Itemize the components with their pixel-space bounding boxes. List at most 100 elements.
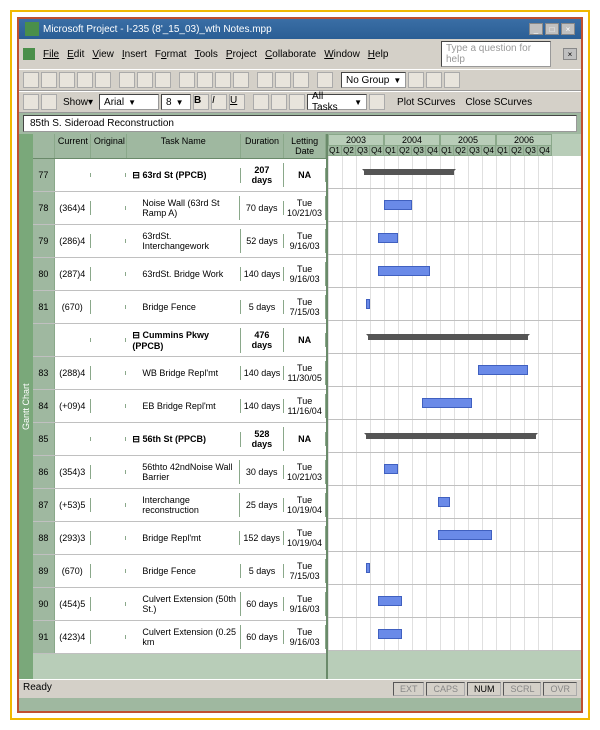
- menu-collaborate[interactable]: Collaborate: [265, 49, 316, 60]
- table-row[interactable]: 77⊟ 63rd St (PPCB)207 daysNA: [33, 159, 326, 192]
- preview-icon[interactable]: [95, 72, 111, 88]
- summary-bar[interactable]: [368, 334, 528, 340]
- cell-current[interactable]: [55, 338, 91, 342]
- gantt-row[interactable]: [328, 585, 581, 618]
- entry-bar[interactable]: 85th S. Sideroad Reconstruction: [23, 115, 577, 132]
- menu-window[interactable]: Window: [324, 49, 360, 60]
- align-left-icon[interactable]: [253, 94, 269, 110]
- cut-icon[interactable]: [119, 72, 135, 88]
- table-row[interactable]: 90(454)5Culvert Extension (50th St.)60 d…: [33, 588, 326, 621]
- cell-date[interactable]: Tue 9/16/03: [284, 592, 326, 616]
- group-combo[interactable]: No Group▼: [341, 72, 406, 88]
- open-icon[interactable]: [41, 72, 57, 88]
- cell-duration[interactable]: 152 days: [240, 531, 284, 545]
- cell-name[interactable]: ⊟ 56th St (PPCB): [126, 432, 240, 447]
- cell-current[interactable]: (+53)5: [55, 498, 91, 512]
- zoom-in-icon[interactable]: [408, 72, 424, 88]
- table-row[interactable]: 86(354)356thto 42ndNoise Wall Barrier30 …: [33, 456, 326, 489]
- cell-date[interactable]: Tue 9/16/03: [284, 625, 326, 649]
- split-icon[interactable]: [233, 72, 249, 88]
- col-letting[interactable]: Letting Date: [284, 134, 326, 158]
- align-center-icon[interactable]: [271, 94, 287, 110]
- gantt-row[interactable]: [328, 486, 581, 519]
- gantt-row[interactable]: [328, 618, 581, 651]
- menu-file[interactable]: File: [43, 49, 59, 60]
- cell-current[interactable]: (454)5: [55, 597, 91, 611]
- gantt-row[interactable]: [328, 321, 581, 354]
- table-row[interactable]: 81(670)Bridge Fence5 daysTue 7/15/03: [33, 291, 326, 324]
- cell-name[interactable]: Culvert Extension (0.25 km: [126, 625, 240, 649]
- cell-date[interactable]: Tue 10/21/03: [284, 460, 326, 484]
- indent-icon[interactable]: [41, 94, 57, 110]
- cell-name[interactable]: WB Bridge Repl'mt: [126, 366, 240, 380]
- cell-name[interactable]: Culvert Extension (50th St.): [126, 592, 240, 616]
- cell-date[interactable]: Tue 10/19/04: [284, 493, 326, 517]
- cell-duration[interactable]: 25 days: [240, 498, 284, 512]
- cell-duration[interactable]: 5 days: [241, 564, 285, 578]
- size-combo[interactable]: 8▼: [161, 94, 191, 110]
- cell-current[interactable]: (364)4: [55, 201, 91, 215]
- menu-insert[interactable]: Insert: [122, 49, 147, 60]
- menu-format[interactable]: Format: [155, 49, 187, 60]
- cell-name[interactable]: EB Bridge Repl'mt: [126, 399, 240, 413]
- underline-icon[interactable]: U: [229, 94, 245, 110]
- table-row[interactable]: 88(293)3Bridge Repl'mt152 daysTue 10/19/…: [33, 522, 326, 555]
- cell-current[interactable]: (354)3: [55, 465, 91, 479]
- cell-name[interactable]: 63rdSt. Bridge Work: [126, 267, 240, 281]
- cell-name[interactable]: Bridge Fence: [126, 564, 240, 578]
- task-bar[interactable]: [378, 596, 402, 606]
- zoom-out-icon[interactable]: [426, 72, 442, 88]
- cell-name[interactable]: 56thto 42ndNoise Wall Barrier: [126, 460, 240, 484]
- cell-duration[interactable]: 30 days: [240, 465, 284, 479]
- cell-duration[interactable]: 207 days: [241, 163, 285, 187]
- copy-icon[interactable]: [137, 72, 153, 88]
- info-icon[interactable]: [257, 72, 273, 88]
- publish-icon[interactable]: [317, 72, 333, 88]
- summary-bar[interactable]: [366, 433, 536, 439]
- cell-date[interactable]: Tue 7/15/03: [284, 559, 326, 583]
- cell-original[interactable]: [91, 371, 127, 375]
- outdent-icon[interactable]: [23, 94, 39, 110]
- gantt-row[interactable]: [328, 420, 581, 453]
- summary-bar[interactable]: [364, 169, 454, 175]
- cell-original[interactable]: [91, 206, 127, 210]
- cell-original[interactable]: [91, 239, 127, 243]
- table-row[interactable]: 87(+53)5Interchange reconstruction25 day…: [33, 489, 326, 522]
- col-current[interactable]: Current: [55, 134, 91, 158]
- gantt-row[interactable]: [328, 189, 581, 222]
- font-combo[interactable]: Arial▼: [99, 94, 159, 110]
- cell-duration[interactable]: 60 days: [241, 630, 285, 644]
- cell-date[interactable]: Tue 11/30/05: [284, 361, 326, 385]
- cell-current[interactable]: (286)4: [55, 234, 91, 248]
- cell-date[interactable]: NA: [284, 333, 326, 347]
- task-bar[interactable]: [384, 200, 412, 210]
- cell-original[interactable]: [91, 503, 127, 507]
- cell-date[interactable]: Tue 10/19/04: [284, 526, 326, 550]
- cell-duration[interactable]: 528 days: [241, 427, 285, 451]
- cell-date[interactable]: Tue 11/16/04: [284, 394, 326, 418]
- cell-current[interactable]: (288)4: [55, 366, 91, 380]
- menu-view[interactable]: View: [92, 49, 114, 60]
- cell-date[interactable]: Tue 7/15/03: [284, 295, 326, 319]
- undo-icon[interactable]: [179, 72, 195, 88]
- cell-duration[interactable]: 140 days: [241, 366, 285, 380]
- cell-original[interactable]: [91, 635, 127, 639]
- task-bar[interactable]: [478, 365, 528, 375]
- cell-name[interactable]: Bridge Repl'mt: [126, 531, 240, 545]
- task-bar[interactable]: [378, 629, 402, 639]
- cell-date[interactable]: NA: [284, 168, 326, 182]
- cell-current[interactable]: (670): [55, 564, 91, 578]
- cell-date[interactable]: Tue 9/16/03: [284, 262, 326, 286]
- table-row[interactable]: 85⊟ 56th St (PPCB)528 daysNA: [33, 423, 326, 456]
- cell-original[interactable]: [91, 470, 127, 474]
- paste-icon[interactable]: [155, 72, 171, 88]
- gantt-row[interactable]: [328, 156, 581, 189]
- table-row[interactable]: 80(287)463rdSt. Bridge Work140 daysTue 9…: [33, 258, 326, 291]
- bold-icon[interactable]: B: [193, 94, 209, 110]
- col-taskname[interactable]: Task Name: [127, 134, 241, 158]
- cell-duration[interactable]: 70 days: [240, 201, 284, 215]
- table-row[interactable]: 78(364)4Noise Wall (63rd St Ramp A)70 da…: [33, 192, 326, 225]
- cell-duration[interactable]: 140 days: [241, 267, 285, 281]
- close-button[interactable]: ×: [561, 23, 575, 35]
- menu-edit[interactable]: Edit: [67, 49, 84, 60]
